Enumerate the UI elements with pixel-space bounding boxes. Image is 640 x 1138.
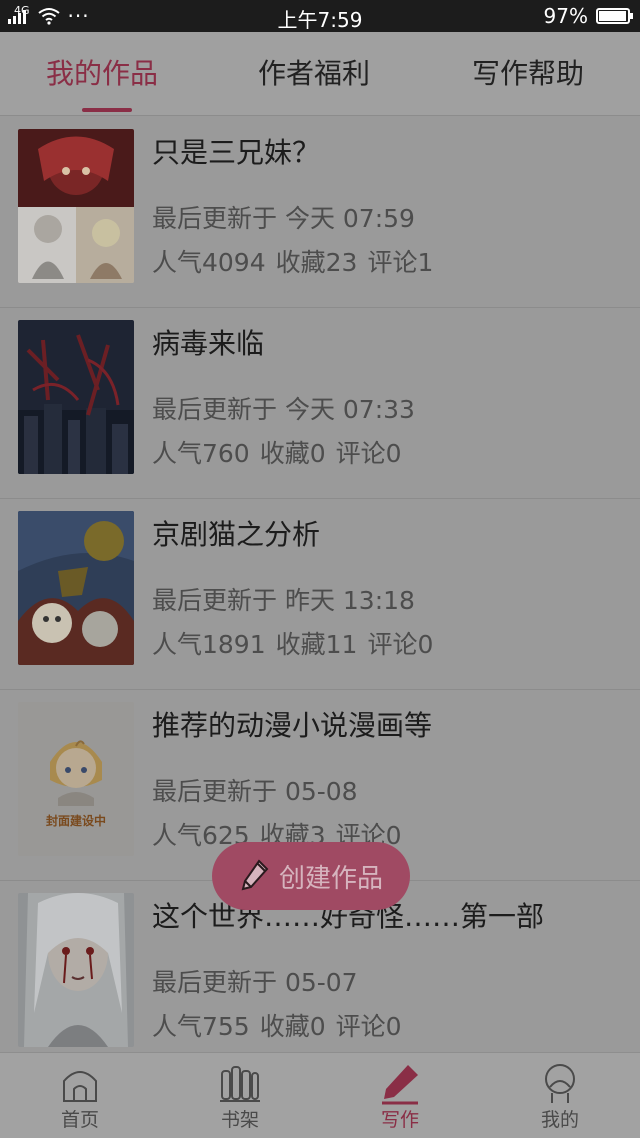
nav-write[interactable]: 写作 <box>340 1061 460 1132</box>
pen-icon <box>382 1065 418 1105</box>
nav-bookshelf-label: 书架 <box>220 1109 259 1131</box>
battery-icon <box>596 8 633 24</box>
popularity-count: 人气755 <box>152 1012 250 1041</box>
work-stats: 人气760 收藏0 评论0 <box>152 434 412 470</box>
work-updated-time: 最后更新于 05-07 <box>152 968 358 997</box>
status-bar: 4G ··· 上午7:59 97% <box>0 0 640 32</box>
work-updated-time: 最后更新于 今天 07:33 <box>152 395 415 424</box>
nav-write-label: 写作 <box>380 1109 419 1131</box>
favorites-count: 收藏23 <box>275 248 358 277</box>
nav-bookshelf[interactable]: 书架 <box>180 1061 300 1132</box>
work-stats: 人气755 收藏0 评论0 <box>152 1007 412 1043</box>
work-updated-time: 最后更新于 昨天 13:18 <box>152 586 415 615</box>
bookshelf-icon <box>220 1066 260 1102</box>
comments-count: 评论0 <box>367 630 434 659</box>
popularity-count: 人气760 <box>152 439 250 468</box>
active-tab-indicator <box>82 108 132 112</box>
dark-city-cover-icon[interactable] <box>18 320 134 474</box>
cover-placeholder-caption: 封面建设中 <box>45 814 106 828</box>
nav-home-label: 首页 <box>60 1109 99 1131</box>
nav-profile[interactable]: 我的 <box>500 1061 620 1132</box>
work-stats: 人气4094 收藏23 评论1 <box>152 243 443 279</box>
bottom-nav: 首页 书架 写作 我的 <box>0 1052 640 1138</box>
favorites-count: 收藏0 <box>259 1012 326 1041</box>
home-icon <box>63 1071 97 1102</box>
work-stats: 人气1891 收藏11 评论0 <box>152 625 443 661</box>
tab-my-works[interactable]: 我的作品 <box>46 54 158 94</box>
create-work-label: 创建作品 <box>278 863 383 894</box>
anime-cover-red-icon[interactable] <box>18 129 134 283</box>
comments-count: 评论1 <box>367 248 434 277</box>
status-right: 97% <box>543 4 633 28</box>
battery-fill <box>599 11 626 21</box>
tab-writing-help[interactable]: 写作帮助 <box>472 54 584 94</box>
pencil-icon <box>241 859 269 891</box>
work-item[interactable]: 京剧猫之分析 最后更新于 昨天 13:18 人气1891 收藏11 评论0 <box>0 499 640 690</box>
work-title[interactable]: 病毒来临 <box>152 322 264 362</box>
favorites-count: 收藏0 <box>259 439 326 468</box>
work-title[interactable]: 京剧猫之分析 <box>152 513 320 553</box>
favorites-count: 收藏11 <box>275 630 358 659</box>
work-title[interactable]: 只是三兄妹？ <box>152 131 320 171</box>
popularity-count: 人气4094 <box>152 248 266 277</box>
top-tab-bar: 我的作品 作者福利 写作帮助 <box>0 32 640 116</box>
profile-icon <box>545 1064 575 1103</box>
work-item[interactable]: 病毒来临 最后更新于 今天 07:33 人气760 收藏0 评论0 <box>0 308 640 499</box>
opera-cat-cover-icon[interactable] <box>18 511 134 665</box>
default-cover-icon[interactable]: 封面建设中 <box>18 702 134 856</box>
create-work-button[interactable]: 创建作品 <box>212 842 410 910</box>
work-updated-time: 最后更新于 今天 07:59 <box>152 204 415 233</box>
popularity-count: 人气1891 <box>152 630 266 659</box>
nav-profile-label: 我的 <box>540 1109 579 1131</box>
work-updated-time: 最后更新于 05-08 <box>152 777 358 806</box>
work-list: 只是三兄妹？ 最后更新于 今天 07:59 人气4094 收藏23 评论1 病毒来临… <box>0 117 640 1072</box>
comments-count: 评论0 <box>335 1012 402 1041</box>
sketch-girl-cover-icon[interactable] <box>18 893 134 1047</box>
tab-author-benefits[interactable]: 作者福利 <box>258 54 370 94</box>
battery-percent: 97% <box>543 4 588 28</box>
work-title[interactable]: 推荐的动漫小说漫画等 <box>152 704 432 744</box>
work-item[interactable]: 只是三兄妹？ 最后更新于 今天 07:59 人气4094 收藏23 评论1 <box>0 117 640 308</box>
comments-count: 评论0 <box>335 439 402 468</box>
nav-home[interactable]: 首页 <box>20 1061 140 1132</box>
